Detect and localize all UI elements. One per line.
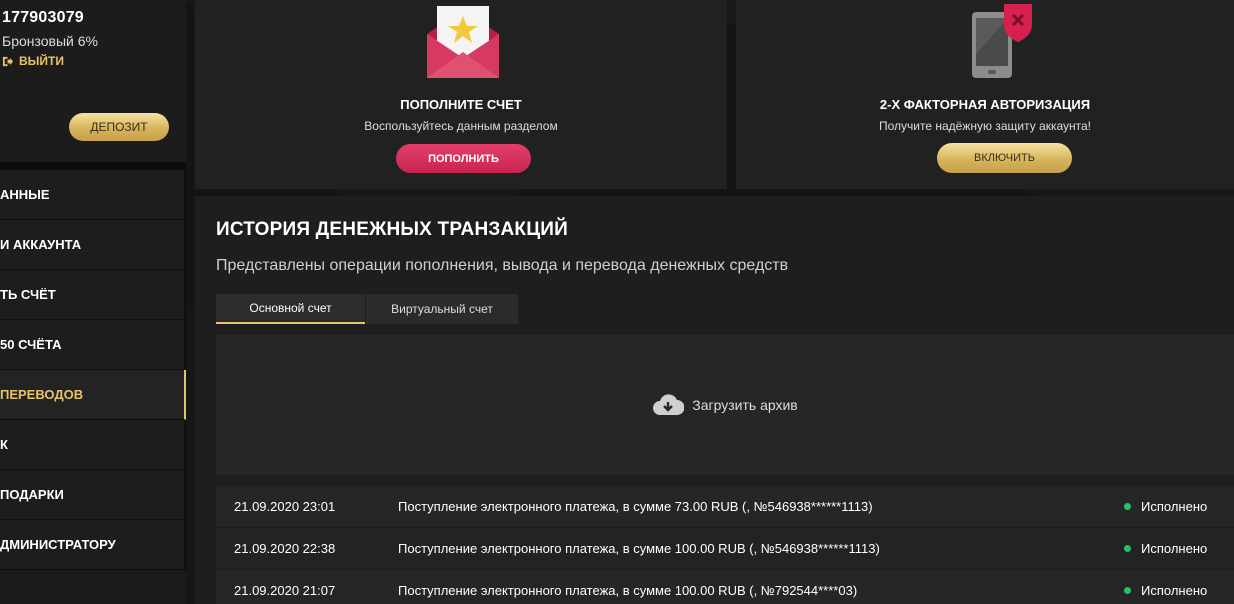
- sidebar-item-label: ДМИНИСТРАТОРУ: [0, 537, 116, 552]
- user-level: Бронзовый 6%: [2, 33, 98, 49]
- transaction-history-panel: ИСТОРИЯ ДЕНЕЖНЫХ ТРАНЗАКЦИЙ Представлены…: [195, 196, 1234, 604]
- sidebar-item-account-history[interactable]: 50 СЧЁТА: [0, 320, 186, 370]
- history-subtitle: Представлены операции пополнения, вывода…: [216, 257, 789, 274]
- sidebar-item-data[interactable]: АННЫЕ: [0, 170, 186, 220]
- tx-date: 21.09.2020 23:01: [234, 499, 336, 514]
- tx-description: Поступление электронного платежа, в сумм…: [398, 499, 873, 514]
- table-row: 21.09.2020 23:01 Поступление электронног…: [216, 486, 1234, 528]
- history-title: ИСТОРИЯ ДЕНЕЖНЫХ ТРАНЗАКЦИЙ: [216, 219, 568, 240]
- table-row: 21.09.2020 21:07 Поступление электронног…: [216, 570, 1234, 604]
- transaction-list: 21.09.2020 23:01 Поступление электронног…: [216, 486, 1234, 604]
- enable-twofa-button[interactable]: ВКЛЮЧИТЬ: [937, 143, 1072, 173]
- tx-date: 21.09.2020 21:07: [234, 583, 336, 598]
- sidebar-menu: АННЫЕ И АККАУНТА ТЬ СЧЁТ 50 СЧЁТА ПЕРЕВО…: [0, 170, 186, 570]
- phone-shield-icon: [972, 4, 1032, 78]
- user-id: 177903079: [2, 9, 84, 26]
- sidebar-item-account[interactable]: И АККАУНТА: [0, 220, 186, 270]
- twofa-card: 2-Х ФАКТОРНАЯ АВТОРИЗАЦИЯ Получите надёж…: [736, 0, 1234, 189]
- sidebar-item-topup[interactable]: ТЬ СЧЁТ: [0, 270, 186, 320]
- tx-description: Поступление электронного платежа, в сумм…: [398, 583, 858, 598]
- tab-main-account[interactable]: Основной счет: [216, 294, 365, 324]
- sidebar-item-label: ПЕРЕВОДОВ: [0, 387, 84, 402]
- topup-card: ПОПОЛНИТЕ СЧЕТ Воспользуйтесь данным раз…: [195, 0, 727, 189]
- status-badge: Исполнено: [1124, 583, 1234, 598]
- user-block: 177903079 Бронзовый 6% ВЫЙТИ ДЕПОЗИТ: [0, 0, 186, 162]
- sidebar-item-transfers[interactable]: ПЕРЕВОДОВ: [0, 370, 186, 420]
- tx-status-label: Исполнено: [1141, 583, 1208, 598]
- status-badge: Исполнено: [1124, 499, 1234, 514]
- tx-description: Поступление электронного платежа, в сумм…: [398, 541, 880, 556]
- download-archive-link[interactable]: Загрузить архив: [652, 393, 798, 417]
- twofa-title: 2-Х ФАКТОРНАЯ АВТОРИЗАЦИЯ: [879, 97, 1091, 112]
- table-row: 21.09.2020 22:38 Поступление электронног…: [216, 528, 1234, 570]
- sidebar-item-label: ПОДАРКИ: [0, 487, 64, 502]
- status-dot-icon: [1124, 587, 1131, 594]
- sidebar: 177903079 Бронзовый 6% ВЫЙТИ ДЕПОЗИТ АНН…: [0, 0, 186, 604]
- account-tabs: Основной счет Виртуальный счет: [216, 294, 518, 324]
- logout-label: ВЫЙТИ: [19, 54, 64, 68]
- tab-virtual-account[interactable]: Виртуальный счет: [366, 294, 518, 324]
- logout-icon: [2, 56, 13, 66]
- status-dot-icon: [1124, 503, 1131, 510]
- topup-title: ПОПОЛНИТЕ СЧЕТ: [400, 97, 522, 112]
- tx-date: 21.09.2020 22:38: [234, 541, 336, 556]
- sidebar-item-label: АННЫЕ: [0, 187, 50, 202]
- archive-area: Загрузить архив: [216, 335, 1234, 475]
- sidebar-item-label: И АККАУНТА: [0, 237, 82, 252]
- sidebar-item-admin[interactable]: ДМИНИСТРАТОРУ: [0, 520, 186, 570]
- sidebar-item-gifts[interactable]: ПОДАРКИ: [0, 470, 186, 520]
- sidebar-item-label: К: [0, 437, 8, 452]
- sidebar-item-label: 50 СЧЁТА: [0, 337, 62, 352]
- status-dot-icon: [1124, 545, 1131, 552]
- deposit-button[interactable]: ДЕПОЗИТ: [69, 113, 169, 141]
- sidebar-divider: [0, 162, 186, 170]
- cloud-download-icon: [653, 394, 685, 415]
- sidebar-item-k[interactable]: К: [0, 420, 186, 470]
- status-badge: Исполнено: [1124, 541, 1234, 556]
- archive-label: Загрузить архив: [692, 397, 798, 413]
- sidebar-item-label: ТЬ СЧЁТ: [0, 287, 56, 302]
- twofa-subtitle: Получите надёжную защиту аккаунта!: [878, 119, 1091, 133]
- topup-subtitle: Воспользуйтесь данным разделом: [364, 119, 558, 133]
- envelope-star-icon: [427, 6, 499, 78]
- topup-button[interactable]: ПОПОЛНИТЬ: [396, 144, 531, 173]
- tx-status-label: Исполнено: [1141, 499, 1208, 514]
- tx-status-label: Исполнено: [1141, 541, 1208, 556]
- logout-link[interactable]: ВЫЙТИ: [2, 54, 64, 68]
